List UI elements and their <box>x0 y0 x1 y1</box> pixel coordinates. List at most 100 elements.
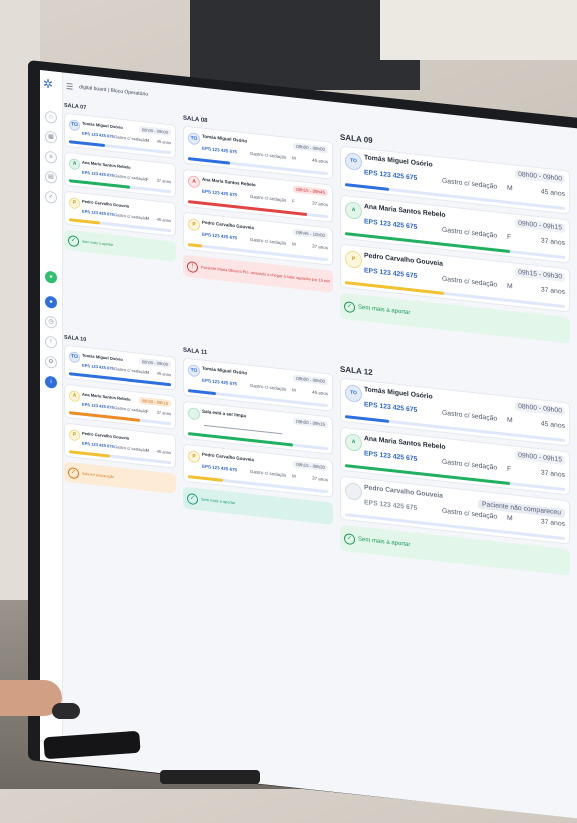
patient-procedure: Gastro c/ sedação <box>114 173 147 182</box>
patient-card[interactable]: TO Tomás Miguel Osório 08h00 - 09h00 EPS 12… <box>64 112 176 159</box>
patient-procedure: Gastro c/ sedação <box>250 150 287 160</box>
user-icon[interactable]: ● <box>45 270 57 284</box>
patient-card[interactable]: P Pedro Carvalho Gouveia EPS 123 425 675 Ga… <box>64 422 176 469</box>
left-rail: ✲ ⌂ ▦ ≡ ▤ ✓ ● ● ◷! ⚙ i <box>40 70 63 763</box>
patient-avatar: TO <box>188 132 200 146</box>
patient-sex: M <box>146 447 150 453</box>
progress-fill <box>69 218 100 225</box>
patient-sex: F <box>292 198 295 204</box>
patient-procedure: Gastro c/ sedação <box>114 405 147 414</box>
room-4: SALA 10 TO Tomás Miguel Osório 08h00 - 09h0… <box>64 335 176 494</box>
patient-age: 45 anos <box>312 389 328 397</box>
patient-eps: EPS 123 425 675 <box>202 145 238 155</box>
patient-avatar: A <box>188 175 200 189</box>
room-status-text: Paciente Maria Oliveira Pio: atrasado a … <box>201 264 331 284</box>
time-slot-badge: 09h45 - 10h00 <box>293 228 328 240</box>
patient-avatar: P <box>188 450 200 464</box>
room-status-text: Sem mais a aportar <box>201 496 236 506</box>
patient-eps: EPS 123 425 675 <box>82 169 114 179</box>
check-icon: ✓ <box>68 467 79 480</box>
settings-icon[interactable]: ! <box>45 335 57 349</box>
clock-icon[interactable]: ● <box>45 295 57 309</box>
alert-icon[interactable]: ◷ <box>45 315 57 329</box>
patient-age: 37 anos <box>540 237 565 248</box>
patient-sex: M <box>292 387 296 393</box>
info-icon[interactable]: ⚙ <box>45 355 57 369</box>
patient-card[interactable]: A Ana Maria Santos Rebelo EPS 123 425 675 G… <box>64 151 176 198</box>
patient-eps: EPS 123 425 675 <box>364 499 418 512</box>
patient-card[interactable]: P Pedro Carvalho Gouveia EPS 123 425 675 Ga… <box>64 190 176 237</box>
time-slot-badge: 09h00 - 09h15 <box>515 450 565 466</box>
patient-sex: M <box>146 369 150 375</box>
progress-fill <box>188 475 223 482</box>
patient-name: Pedro Carvalho Gouveia <box>364 252 443 268</box>
patient-age: 45 anos <box>156 370 171 378</box>
patient-avatar: A <box>69 390 80 403</box>
room-2: SALA 08 TO Tomás Miguel Osório 08h00 - 09h0… <box>183 116 333 293</box>
patient-card[interactable]: A Ana Maria Santos Rebelo 09h00 - 09h15 EPS… <box>64 383 176 430</box>
patient-eps: EPS 123 425 675 <box>202 377 238 387</box>
patient-avatar: TO <box>345 384 362 403</box>
patient-sex: F <box>507 233 512 242</box>
check-icon: ✓ <box>187 492 198 506</box>
list-icon[interactable]: ≡ <box>45 150 57 164</box>
patient-sex: M <box>146 137 150 143</box>
patient-eps: EPS 123 425 675 <box>364 169 418 182</box>
patient-eps: EPS 123 425 675 <box>82 401 114 411</box>
room-6: SALA 12 TO Tomás Miguel Osório 08h00 - 09h0… <box>340 365 570 576</box>
patient-procedure: Gastro c/ sedação <box>250 236 287 246</box>
time-slot-badge: 09h15 - 09h30 <box>515 267 565 283</box>
patient-sex: M <box>507 514 513 523</box>
patient-age: 37 anos <box>156 177 171 185</box>
time-slot-badge: 08h00 - 09h00 <box>138 125 171 137</box>
app-title: digital board | Bloco Operatório <box>79 84 149 98</box>
chart-icon[interactable]: ▤ <box>45 170 57 184</box>
patient-name: Ana Maria Santos Rebelo <box>202 176 256 188</box>
patient-procedure: Gastro c/ sedação <box>114 444 147 453</box>
patient-age: 45 anos <box>156 216 171 224</box>
patient-sex: M <box>507 416 513 425</box>
room-status-text: Sala em preparação <box>82 471 115 480</box>
patient-procedure: Gastro c/ sedação <box>442 458 498 472</box>
progress-fill <box>69 140 105 148</box>
patient-name: Pedro Carvalho Gouveia <box>82 198 130 209</box>
patient-eps: EPS 123 425 675 <box>364 267 418 280</box>
patient-eps: EPS 123 425 675 <box>364 401 418 414</box>
progress-fill <box>345 415 389 423</box>
screen: ✲ ⌂ ▦ ≡ ▤ ✓ ● ● ◷! ⚙ i ☰ digital board | Bloco Op… <box>40 70 577 819</box>
check-icon[interactable]: ✓ <box>45 190 57 204</box>
patient-name: Pedro Carvalho Gouveia <box>82 430 130 441</box>
patient-name: Tomás Miguel Osório <box>364 386 433 401</box>
patient-age: 37 anos <box>156 409 171 417</box>
patient-card[interactable]: TO Tomás Miguel Osório 08h00 - 09h00 EPS 12… <box>64 344 176 391</box>
time-slot-badge: 08h00 - 09h00 <box>515 169 565 185</box>
patient-age: 37 anos <box>312 200 328 208</box>
patient-name: Pedro Carvalho Gouveia <box>202 451 254 463</box>
patient-avatar: TO <box>345 152 362 171</box>
patient-sex: M <box>507 184 513 193</box>
patient-name: Tomás Miguel Osório <box>82 352 123 363</box>
mouse <box>52 703 80 719</box>
check-icon: ✓ <box>344 301 355 314</box>
patient-eps: EPS 123 425 675 <box>202 463 238 473</box>
patient-procedure: Gastro c/ sedação <box>442 226 498 240</box>
avatar-icon[interactable]: i <box>45 375 57 389</box>
home-icon[interactable]: ⌂ <box>45 110 57 124</box>
time-slot-badge: 08h00 - 09h00 <box>293 374 328 386</box>
patient-age: 45 anos <box>540 420 565 431</box>
patient-procedure: Gastro c/ sedação <box>114 212 147 221</box>
check-icon: ✓ <box>68 235 79 248</box>
patient-eps: EPS 123 425 675 <box>364 450 418 463</box>
menu-icon[interactable]: ☰ <box>66 81 73 91</box>
patient-sex: M <box>146 215 150 221</box>
room-1: SALA 07 TO Tomás Miguel Osório 08h00 - 09h0… <box>64 103 176 262</box>
time-slot-badge: 09h00 - 09h15 <box>138 396 171 408</box>
patient-avatar <box>188 407 200 421</box>
patient-age: 45 anos <box>156 448 171 456</box>
patient-procedure: Gastro c/ sedação <box>250 193 287 203</box>
time-slot-badge: 08h00 - 09h00 <box>515 401 565 417</box>
calendar-icon[interactable]: ▦ <box>45 130 57 144</box>
room-3: SALA 09 TO Tomás Miguel Osório 08h00 - 09h0… <box>340 133 570 344</box>
patient-age: 45 anos <box>312 157 328 165</box>
time-slot-badge: 09h15 - 09h30 <box>293 460 328 472</box>
